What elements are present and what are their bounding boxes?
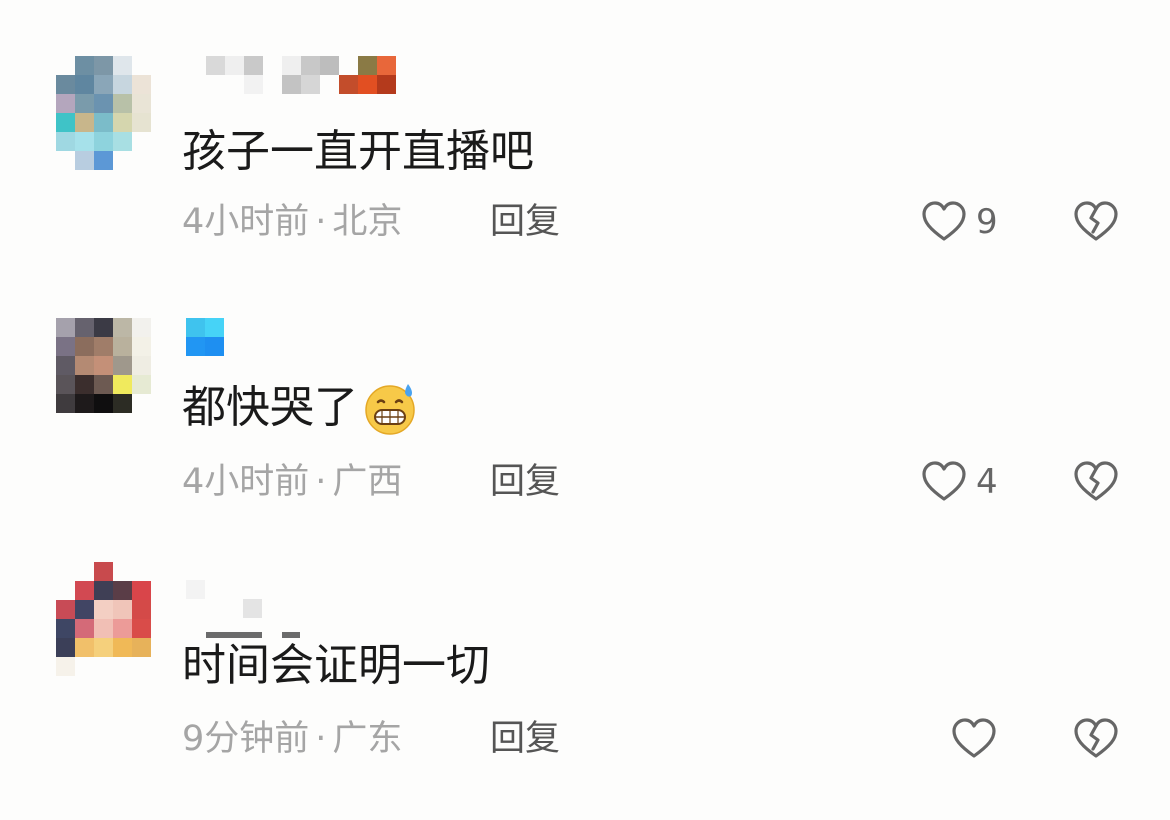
comment-text: 时间会证明一切: [182, 638, 490, 694]
location: 广西: [332, 462, 403, 502]
meta-separator: ·: [315, 719, 327, 759]
comment-item: 都快哭了 4小时前 · 广西 回复 4: [0, 318, 1170, 576]
comment-item: 时间会证明一切 9分钟前 · 广东 回复: [0, 562, 1170, 820]
like-button[interactable]: [950, 715, 998, 763]
comment-text: 都快哭了: [182, 380, 418, 436]
username-blurred[interactable]: [182, 318, 422, 358]
broken-heart-icon: [1074, 201, 1118, 241]
location: 广东: [332, 719, 403, 759]
timestamp: 4小时前: [182, 202, 310, 242]
username-blurred[interactable]: [182, 56, 422, 96]
comment-meta: 4小时前 · 北京: [182, 200, 402, 244]
grimacing-sweat-emoji-icon: [365, 384, 415, 435]
meta-separator: ·: [315, 462, 327, 502]
heart-outline-icon: [952, 718, 996, 758]
reply-button[interactable]: 回复: [490, 717, 560, 761]
dislike-button[interactable]: [1072, 198, 1120, 246]
avatar[interactable]: [56, 56, 152, 170]
broken-heart-icon: [1074, 718, 1118, 758]
timestamp: 9分钟前: [182, 719, 310, 759]
like-count: 4: [976, 462, 998, 502]
username-blurred[interactable]: [182, 562, 422, 638]
avatar[interactable]: [56, 318, 152, 430]
broken-heart-icon: [1074, 461, 1118, 501]
comment-text-content: 孩子一直开直播吧: [182, 126, 534, 177]
heart-outline-icon: [922, 201, 966, 241]
like-button[interactable]: 4: [920, 458, 998, 506]
like-button[interactable]: 9: [920, 198, 998, 246]
heart-outline-icon: [922, 461, 966, 501]
comment-text-content: 都快哭了: [182, 382, 358, 433]
reply-button[interactable]: 回复: [490, 200, 560, 244]
location: 北京: [332, 202, 403, 242]
comment-text: 孩子一直开直播吧: [182, 124, 534, 180]
timestamp: 4小时前: [182, 462, 310, 502]
dislike-button[interactable]: [1072, 715, 1120, 763]
comment-meta: 9分钟前 · 广东: [182, 717, 402, 761]
comment-text-content: 时间会证明一切: [182, 640, 490, 691]
meta-separator: ·: [315, 202, 327, 242]
comment-meta: 4小时前 · 广西: [182, 460, 402, 504]
dislike-button[interactable]: [1072, 458, 1120, 506]
reply-button[interactable]: 回复: [490, 460, 560, 504]
avatar[interactable]: [56, 562, 152, 676]
comment-item: 孩子一直开直播吧 4小时前 · 北京 回复 9: [0, 56, 1170, 314]
like-count: 9: [976, 202, 998, 242]
